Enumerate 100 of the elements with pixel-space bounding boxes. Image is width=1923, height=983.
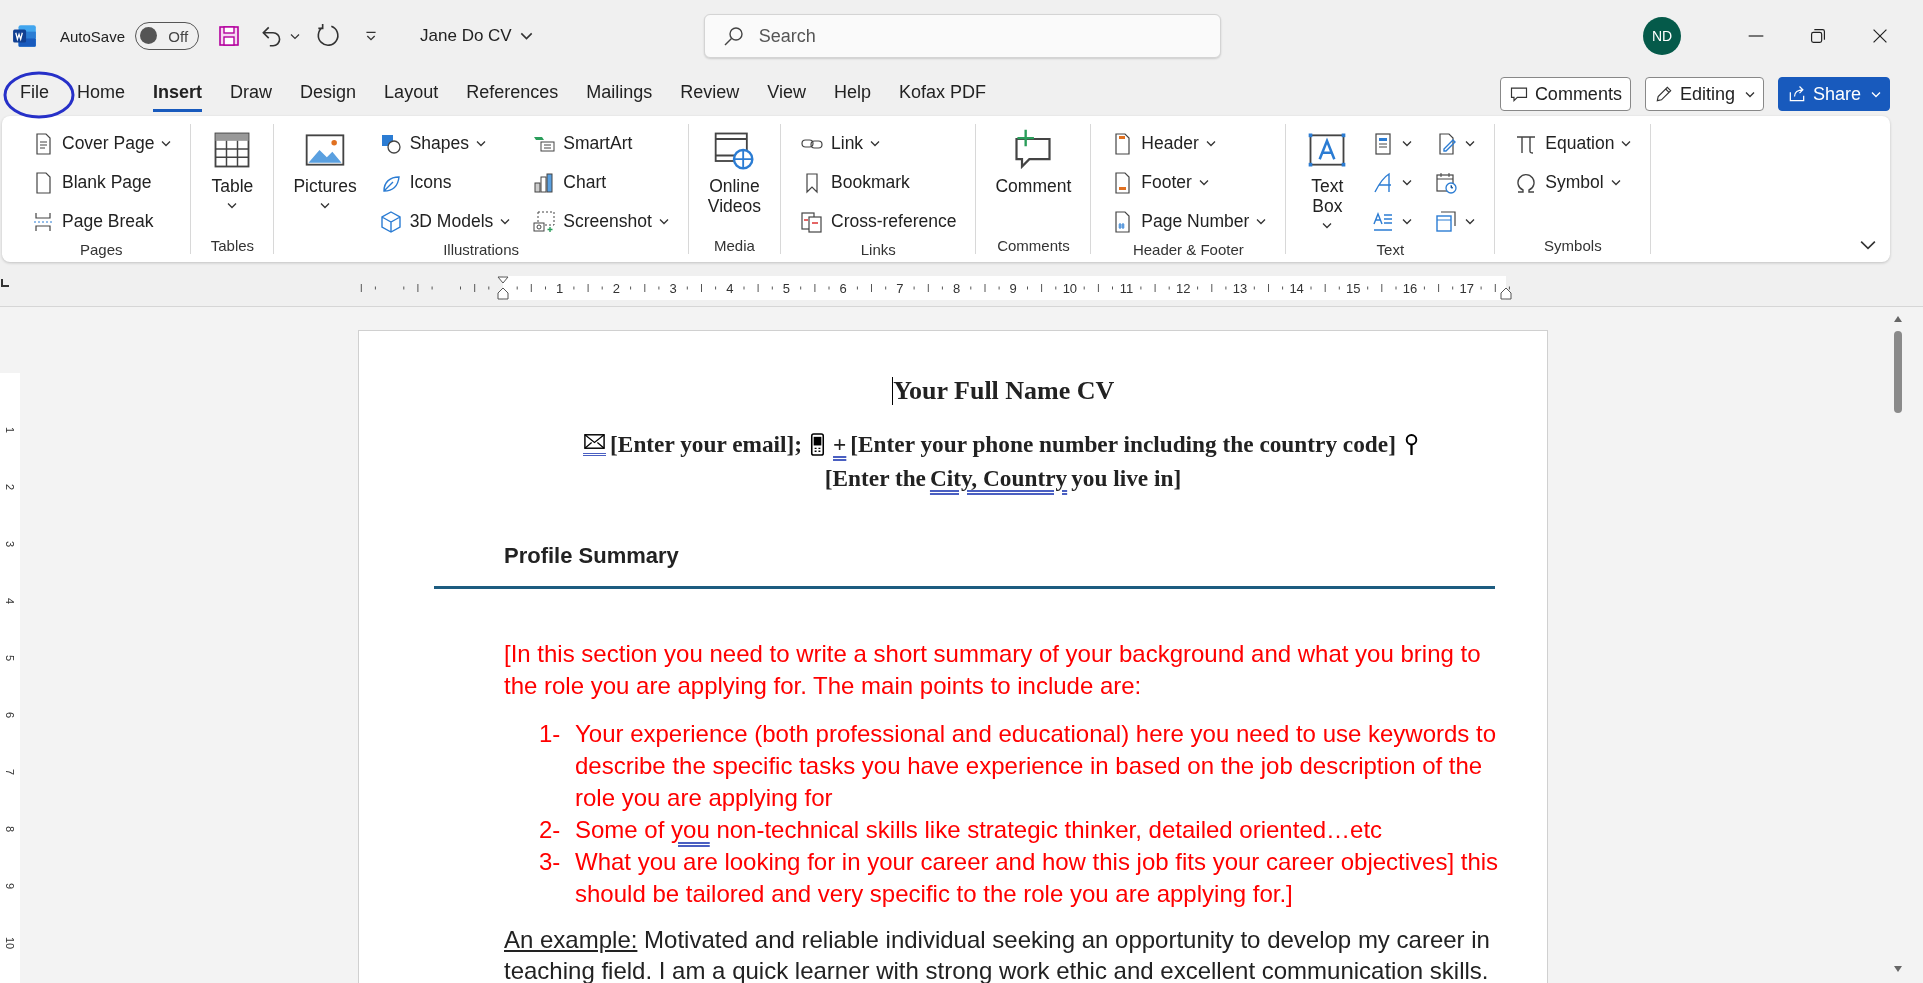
section-heading: Profile Summary — [504, 542, 680, 570]
ribbon-button[interactable]: Header — [1110, 124, 1267, 163]
ribbon-button[interactable]: Table — [210, 124, 255, 210]
ruler-number: 3 — [669, 280, 677, 296]
contact-text: [Enter the — [824, 465, 926, 491]
ruler-number: 14 — [1289, 280, 1304, 296]
contact-text: [Enter your email]; — [610, 431, 803, 457]
ribbon-tab[interactable]: Insert — [153, 76, 203, 112]
comments-button[interactable]: Comments — [1499, 77, 1631, 111]
ribbon-tab[interactable]: View — [767, 76, 806, 112]
ruler-number: 1 — [4, 426, 16, 434]
ruler-number: 11 — [1119, 280, 1134, 296]
ribbon-button[interactable]: Shapes — [378, 124, 511, 163]
ribbon-button[interactable]: Footer — [1110, 163, 1267, 202]
ruler-number: 17 — [1459, 280, 1474, 296]
screenshot-icon — [532, 209, 557, 234]
instruction-paragraph: [In this section you need to write a short summary of your background and what you bring to the role you are applying for. The main points to include are: — [504, 639, 1482, 701]
ribbon-button[interactable]: SmartArt — [532, 124, 669, 163]
ruler-number: 13 — [1232, 280, 1248, 296]
ribbon-tab[interactable]: Mailings — [586, 76, 653, 112]
collapse-ribbon-icon[interactable] — [1860, 240, 1876, 250]
cross-reference-icon — [800, 209, 824, 234]
ribbon-tab[interactable]: Help — [834, 76, 871, 112]
ruler-number: 4 — [4, 597, 16, 605]
scrollbar-thumb[interactable] — [1894, 331, 1902, 413]
list-item-text: Some of you non-technical skills like strategic thinker, detailed oriented…etc — [575, 815, 1384, 845]
ruler-number: 9 — [4, 882, 16, 890]
indent-marker-icon[interactable] — [496, 276, 510, 300]
group-label: Comments — [997, 237, 1070, 254]
ruler-number: 6 — [4, 711, 16, 719]
list-number: 1- — [539, 719, 562, 749]
chevron-icon — [519, 32, 533, 40]
caret-icon — [1744, 90, 1755, 98]
ribbon-button[interactable]: Link — [800, 124, 957, 163]
calendar-clock-icon — [1434, 170, 1459, 195]
tab-selector-icon[interactable] — [0, 278, 10, 288]
ribbon-button[interactable]: Online Videos — [707, 124, 761, 217]
ribbon-button[interactable]: Cross-reference — [800, 202, 957, 241]
ruler-number: 6 — [839, 280, 847, 296]
group-label: Pages — [79, 241, 123, 258]
group-label: Text — [1376, 241, 1405, 258]
ribbon-button[interactable]: Bookmark — [800, 163, 957, 202]
ribbon-button[interactable]: Text Box — [1305, 124, 1350, 230]
ribbon-button[interactable]: Screenshot — [532, 202, 669, 241]
ribbon-tab[interactable]: Home — [77, 76, 126, 112]
word-logo-icon — [12, 23, 38, 49]
ribbon-button[interactable]: 3D Models — [378, 202, 511, 241]
ribbon-tab[interactable]: Layout — [384, 76, 439, 112]
ribbon-button[interactable]: Comment — [995, 124, 1072, 197]
ribbon-button[interactable]: Page Number — [1110, 202, 1267, 241]
ruler-number: 2 — [612, 280, 620, 296]
ribbon-tab[interactable]: Design — [300, 76, 357, 112]
object-icon — [1434, 209, 1459, 234]
ruler-number: 10 — [1062, 280, 1078, 296]
ribbon-button[interactable]: Chart — [532, 163, 669, 202]
ribbon-tab[interactable]: Draw — [230, 76, 273, 112]
ruler-number: 8 — [952, 280, 961, 296]
ruler-number: 7 — [896, 280, 904, 296]
ribbon-button[interactable]: Cover Page — [31, 124, 172, 163]
group-label: Media — [714, 237, 755, 254]
ruler-number: 5 — [782, 280, 791, 296]
ribbon-button[interactable]: Icons — [378, 163, 511, 202]
ribbon-button[interactable]: Page Break — [31, 202, 172, 241]
ruler-number: 1 — [556, 280, 564, 296]
scroll-down-icon[interactable] — [1893, 965, 1903, 973]
ribbon-tab[interactable]: Kofax PDF — [899, 76, 987, 112]
caret-icon[interactable] — [290, 32, 301, 40]
ruler-number: 9 — [1009, 280, 1017, 296]
caret-icon — [1871, 90, 1881, 98]
ruler-number: 10 — [4, 936, 16, 950]
ruler-number: 16 — [1402, 280, 1418, 296]
ruler-number: 8 — [4, 825, 16, 833]
group-label: Illustrations — [443, 241, 520, 258]
editing-button[interactable]: Editing — [1644, 77, 1764, 111]
account-avatar[interactable]: ND — [1643, 17, 1681, 55]
list-number: 3- — [539, 847, 562, 877]
scroll-up-icon[interactable] — [1893, 315, 1903, 323]
ribbon-button[interactable]: Symbol — [1514, 163, 1632, 202]
document-title: Your Full Name CV — [893, 376, 1115, 406]
ruler-number: 3 — [4, 540, 16, 548]
ribbon-tab[interactable]: Review — [680, 76, 740, 112]
cube-icon — [378, 209, 403, 234]
share-button[interactable]: Share — [1777, 77, 1890, 111]
autosave-label: AutoSave — [60, 27, 126, 45]
contact-text: + — [833, 431, 847, 457]
document-name-button[interactable]: Jane Do CV — [420, 26, 533, 46]
group-label: Links — [860, 241, 896, 258]
ruler-number: 15 — [1346, 280, 1361, 296]
ribbon-button[interactable]: Blank Page — [31, 163, 172, 202]
list-item-text: What you are looking for in your career and how this job fits your career objectives] this should be tailored and very specific to the role you are applying for.] — [575, 847, 1500, 909]
ribbon-tab[interactable]: References — [466, 76, 559, 112]
ruler-number: 5 — [4, 654, 16, 662]
contact-text: [Enter your phone number including the country code] — [850, 431, 1396, 457]
ribbon-button[interactable]: Pictures — [293, 124, 357, 210]
search-field[interactable]: Search — [703, 14, 1221, 58]
save-icon[interactable] — [217, 23, 242, 49]
group-label: Tables — [210, 237, 255, 254]
ruler-number: 4 — [726, 280, 734, 296]
ruler-number: 7 — [4, 768, 16, 776]
ribbon-button[interactable]: Equation — [1514, 124, 1632, 163]
